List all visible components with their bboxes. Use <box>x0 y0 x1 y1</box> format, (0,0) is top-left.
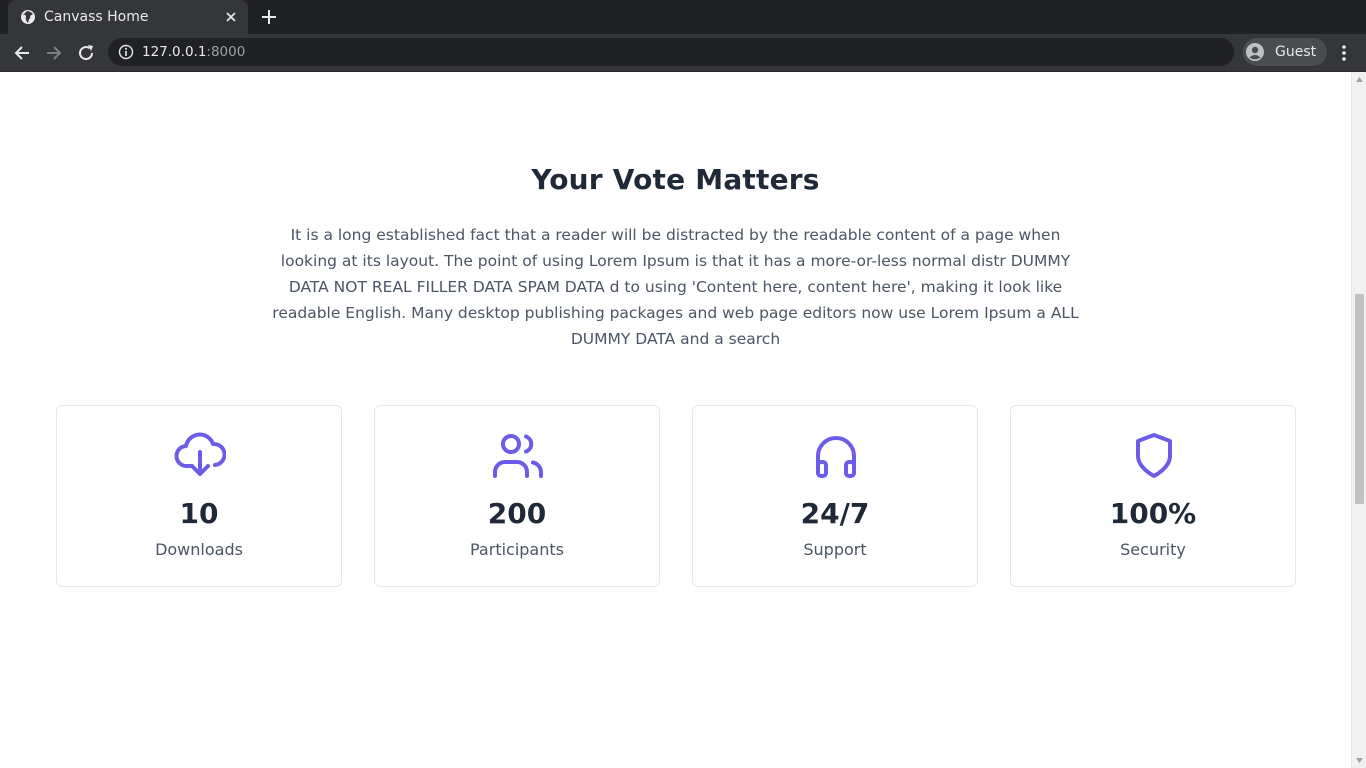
stat-label: Downloads <box>155 540 243 559</box>
url-text: 127.0.0.1:8000 <box>142 44 245 60</box>
stat-value: 100% <box>1109 497 1197 530</box>
url-port: :8000 <box>206 44 246 60</box>
stat-card-participants: 200 Participants <box>374 405 660 587</box>
scroll-up-arrow-icon[interactable] <box>1355 76 1364 84</box>
users-icon <box>493 434 543 478</box>
browser-tab-strip: Canvass Home <box>0 0 1366 34</box>
reload-icon[interactable] <box>76 43 96 63</box>
info-icon[interactable] <box>118 44 134 60</box>
forward-arrow-icon[interactable] <box>44 43 64 63</box>
page-viewport: Your Vote Matters It is a long establish… <box>0 72 1366 768</box>
back-arrow-icon[interactable] <box>12 43 32 63</box>
new-tab-plus-icon[interactable] <box>260 8 278 26</box>
cloud-download-icon <box>174 432 226 476</box>
more-vertical-icon[interactable] <box>1336 43 1352 63</box>
browser-toolbar: 127.0.0.1:8000 Guest <box>0 34 1366 72</box>
close-icon[interactable] <box>223 9 239 25</box>
page-scrollbar[interactable] <box>1351 72 1366 768</box>
headphones-icon <box>816 436 856 478</box>
scroll-down-arrow-icon[interactable] <box>1355 756 1364 764</box>
stat-label: Participants <box>470 540 564 559</box>
stat-card-downloads: 10 Downloads <box>56 405 342 587</box>
stat-label: Support <box>803 540 867 559</box>
stats-row: 10 Downloads 200 Participants 24/7 Suppo… <box>56 405 1296 587</box>
tab-title: Canvass Home <box>44 9 149 25</box>
stat-value: 24/7 <box>800 497 870 530</box>
address-bar[interactable]: 127.0.0.1:8000 <box>108 38 1234 66</box>
shield-icon <box>1136 433 1172 478</box>
stat-card-support: 24/7 Support <box>692 405 978 587</box>
url-host: 127.0.0.1 <box>142 44 207 60</box>
section-intro-text: It is a long established fact that a rea… <box>272 226 1079 348</box>
scrollbar-thumb[interactable] <box>1355 294 1364 504</box>
profile-label: Guest <box>1275 44 1317 60</box>
stat-card-security: 100% Security <box>1010 405 1296 587</box>
section-heading: Your Vote Matters <box>531 163 820 196</box>
profile-button[interactable]: Guest <box>1243 38 1327 66</box>
account-avatar-icon <box>1246 43 1264 61</box>
stat-value: 200 <box>487 497 547 530</box>
globe-icon <box>21 10 35 24</box>
stat-label: Security <box>1120 540 1186 559</box>
browser-tab[interactable]: Canvass Home <box>8 0 248 34</box>
stat-value: 10 <box>179 497 219 530</box>
